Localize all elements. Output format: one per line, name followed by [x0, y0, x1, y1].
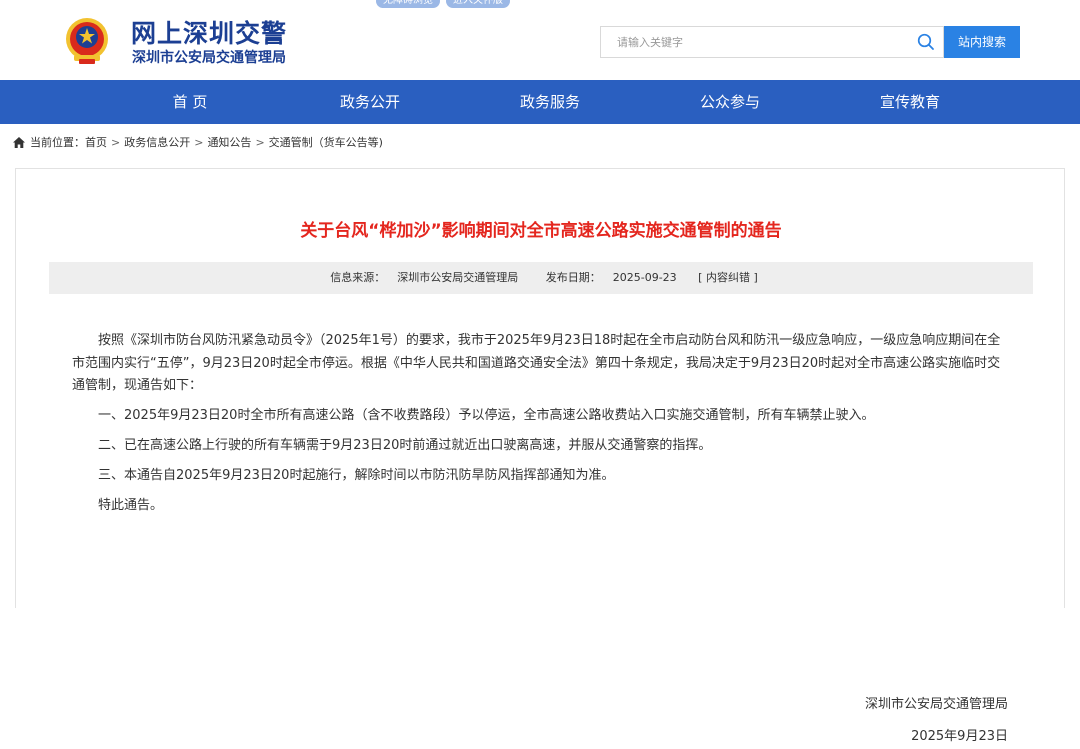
meta-date: 发布日期： 2025-09-23 — [540, 271, 683, 284]
article-paragraph: 特此通告。 — [98, 498, 164, 513]
breadcrumb-separator: > — [194, 135, 204, 149]
police-emblem-icon[interactable] — [64, 13, 110, 67]
care-mode-link[interactable]: 进入关怀版 — [446, 0, 510, 8]
nav-item-gov-affairs[interactable]: 政务公开 — [280, 80, 460, 124]
article-paragraph: 一、2025年9月23日20时全市所有高速公路（含不收费路段）予以停运，全市高速… — [98, 408, 875, 423]
breadcrumb-notices[interactable]: 通知公告 — [207, 134, 251, 150]
meta-source-label: 信息来源： — [330, 271, 386, 284]
home-icon — [13, 136, 25, 148]
breadcrumb-separator: > — [255, 135, 265, 149]
nav-item-home[interactable]: 首 页 — [100, 80, 280, 124]
signature-organization: 深圳市公安局交通管理局 — [864, 697, 1008, 712]
nav-item-public-participation[interactable]: 公众参与 — [640, 80, 820, 124]
signature-date: 2025年9月23日 — [911, 729, 1008, 744]
meta-date-label: 发布日期： — [545, 271, 601, 284]
meta-date-value: 2025-09-23 — [612, 271, 677, 284]
nav-item-gov-services[interactable]: 政务服务 — [460, 80, 640, 124]
breadcrumb-gov-info[interactable]: 政务信息公开 — [124, 134, 190, 150]
site-subtitle: 深圳市公安局交通管理局 — [132, 50, 286, 66]
article-meta-bar: 信息来源： 深圳市公安局交通管理局 发布日期： 2025-09-23 [ 内容纠错 … — [49, 262, 1033, 294]
breadcrumb-prefix: 当前位置： — [30, 136, 85, 149]
meta-source-value: 深圳市公安局交通管理局 — [397, 271, 519, 284]
content-correction-link[interactable]: [ 内容纠错 ] — [698, 271, 758, 284]
breadcrumb-separator: > — [111, 135, 121, 149]
article-title: 关于台风“桦加沙”影响期间对全市高速公路实施交通管制的通告 — [300, 221, 782, 241]
article-paragraph: 按照《深圳市防台风防汛紧急动员令》（2025年1号）的要求，我市于2025年9月… — [72, 333, 1001, 393]
site-title[interactable]: 网上深圳交警 — [131, 14, 287, 50]
breadcrumb-traffic-control[interactable]: 交通管制（货车公告等) — [269, 134, 383, 150]
search-icon[interactable] — [917, 33, 935, 51]
article-paragraph: 三、本通告自2025年9月23日20时起施行，解除时间以市防汛防旱防风指挥部通知… — [98, 468, 615, 483]
top-accessibility-links: 无障碍浏览 进入关怀版 — [376, 0, 510, 8]
meta-source: 信息来源： 深圳市公安局交通管理局 — [324, 271, 524, 284]
search-input[interactable] — [601, 27, 901, 57]
site-header: 无障碍浏览 进入关怀版 网上深圳交警 深圳市公安局交通管理局 站内搜索 — [0, 0, 1080, 80]
nav-item-education[interactable]: 宣传教育 — [820, 80, 1000, 124]
accessible-browse-link[interactable]: 无障碍浏览 — [376, 0, 440, 8]
breadcrumb-home[interactable]: 首页 — [85, 134, 107, 150]
breadcrumb: 当前位置： 首页 > 政务信息公开 > 通知公告 > 交通管制（货车公告等) — [0, 124, 1080, 160]
article-panel: 关于台风“桦加沙”影响期间对全市高速公路实施交通管制的通告 信息来源： 深圳市公安… — [15, 168, 1065, 744]
article-body: 按照《深圳市防台风防汛紧急动员令》（2025年1号）的要求，我市于2025年9月… — [72, 330, 1012, 744]
search-box — [600, 26, 944, 58]
site-search-button[interactable]: 站内搜索 — [944, 26, 1020, 58]
main-nav: 首 页 政务公开 政务服务 公众参与 宣传教育 — [0, 80, 1080, 124]
article-paragraph: 二、已在高速公路上行驶的所有车辆需于9月23日20时前通过就近出口驶离高速，并服… — [98, 438, 712, 453]
